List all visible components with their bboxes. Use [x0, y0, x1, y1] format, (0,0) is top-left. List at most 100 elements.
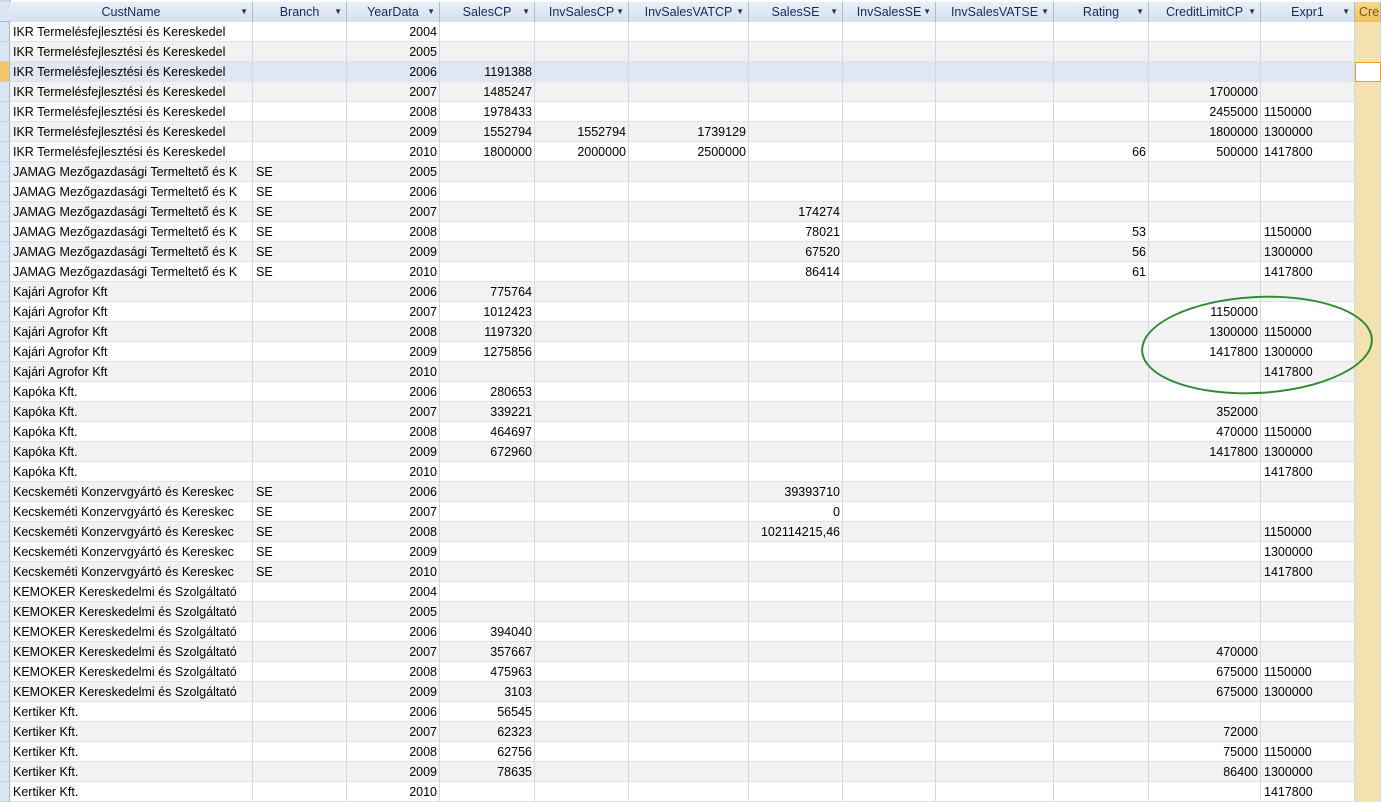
- cell-invsalesvatse[interactable]: [936, 682, 1054, 702]
- column-header-salesse[interactable]: SalesSE ▼: [749, 2, 843, 22]
- cell-invsalesvatse[interactable]: [936, 42, 1054, 62]
- record-selector[interactable]: [0, 82, 10, 102]
- cell-invsalesvatcp[interactable]: [629, 702, 749, 722]
- cell-expr1[interactable]: 1417800: [1261, 562, 1355, 582]
- record-selector[interactable]: [0, 382, 10, 402]
- cell-creditlimitcp[interactable]: 470000: [1149, 642, 1261, 662]
- cell-invsalesvatcp[interactable]: [629, 622, 749, 642]
- cell-expr1[interactable]: 1150000: [1261, 742, 1355, 762]
- cell-rating[interactable]: [1054, 202, 1149, 222]
- column-header-branch[interactable]: Branch ▼: [253, 2, 347, 22]
- cell-creditlimitcp[interactable]: [1149, 542, 1261, 562]
- cell-invsalesvatcp[interactable]: [629, 662, 749, 682]
- cell-invsalesvatcp[interactable]: [629, 182, 749, 202]
- table-row[interactable]: Kertiker Kft. 2006 56545: [0, 702, 1381, 722]
- record-selector[interactable]: [0, 682, 10, 702]
- cell-branch[interactable]: [253, 402, 347, 422]
- cell-rating[interactable]: [1054, 62, 1149, 82]
- cell-invsalesvatse[interactable]: [936, 122, 1054, 142]
- cell-yeardata[interactable]: 2009: [347, 242, 440, 262]
- cell-salescp[interactable]: [440, 782, 535, 802]
- cell-expr1[interactable]: 1300000: [1261, 542, 1355, 562]
- cell-branch[interactable]: [253, 322, 347, 342]
- cell-invsalescp[interactable]: [535, 282, 629, 302]
- cell-creditlimitcp[interactable]: [1149, 522, 1261, 542]
- cell-salescp[interactable]: 56545: [440, 702, 535, 722]
- cell-creditlimitcp[interactable]: [1149, 502, 1261, 522]
- cell-yeardata[interactable]: 2008: [347, 422, 440, 442]
- cell-invsalesvatse[interactable]: [936, 482, 1054, 502]
- cell-creditlimitcp[interactable]: [1149, 202, 1261, 222]
- cell-expr1[interactable]: 1300000: [1261, 682, 1355, 702]
- cell-invsalesvatse[interactable]: [936, 502, 1054, 522]
- cell-invsalesvatcp[interactable]: [629, 442, 749, 462]
- cell-branch[interactable]: SE: [253, 482, 347, 502]
- cell-yeardata[interactable]: 2008: [347, 102, 440, 122]
- cell-expr1[interactable]: [1261, 602, 1355, 622]
- cell-invsalescp[interactable]: [535, 702, 629, 722]
- cell-branch[interactable]: SE: [253, 182, 347, 202]
- cell-invsalesse[interactable]: [843, 222, 936, 242]
- cell-invsalescp[interactable]: [535, 622, 629, 642]
- cell-invsalescp[interactable]: [535, 302, 629, 322]
- cell-cre[interactable]: [1355, 22, 1381, 42]
- cell-creditlimitcp[interactable]: 675000: [1149, 662, 1261, 682]
- cell-invsalesvatcp[interactable]: 1739129: [629, 122, 749, 142]
- cell-custname[interactable]: Kapóka Kft.: [10, 402, 253, 422]
- cell-salescp[interactable]: 1275856: [440, 342, 535, 362]
- cell-invsalesse[interactable]: [843, 582, 936, 602]
- table-row[interactable]: KEMOKER Kereskedelmi és Szolgáltató 2008 4…: [0, 662, 1381, 682]
- record-selector[interactable]: [0, 482, 10, 502]
- cell-branch[interactable]: [253, 142, 347, 162]
- table-row[interactable]: JAMAG Mezőgazdasági Termeltető és K SE 200…: [0, 202, 1381, 222]
- cell-invsalescp[interactable]: [535, 82, 629, 102]
- cell-rating[interactable]: [1054, 102, 1149, 122]
- cell-creditlimitcp[interactable]: [1149, 582, 1261, 602]
- record-selector[interactable]: [0, 442, 10, 462]
- record-selector[interactable]: [0, 622, 10, 642]
- cell-invsalesse[interactable]: [843, 622, 936, 642]
- cell-rating[interactable]: [1054, 122, 1149, 142]
- record-selector[interactable]: [0, 142, 10, 162]
- table-row[interactable]: IKR Termelésfejlesztési és Kereskedel 200…: [0, 122, 1381, 142]
- cell-invsalesvatcp[interactable]: [629, 262, 749, 282]
- cell-expr1[interactable]: [1261, 642, 1355, 662]
- cell-branch[interactable]: [253, 62, 347, 82]
- cell-expr1[interactable]: [1261, 402, 1355, 422]
- cell-expr1[interactable]: [1261, 162, 1355, 182]
- cell-expr1[interactable]: [1261, 202, 1355, 222]
- cell-invsalesse[interactable]: [843, 322, 936, 342]
- cell-invsalesse[interactable]: [843, 522, 936, 542]
- cell-yeardata[interactable]: 2010: [347, 462, 440, 482]
- cell-creditlimitcp[interactable]: 1800000: [1149, 122, 1261, 142]
- cell-invsalesvatcp[interactable]: [629, 302, 749, 322]
- cell-invsalescp[interactable]: [535, 362, 629, 382]
- cell-yeardata[interactable]: 2006: [347, 382, 440, 402]
- cell-invsalesse[interactable]: [843, 282, 936, 302]
- cell-invsalesse[interactable]: [843, 442, 936, 462]
- cell-invsalesvatcp[interactable]: [629, 462, 749, 482]
- cell-custname[interactable]: IKR Termelésfejlesztési és Kereskedel: [10, 42, 253, 62]
- cell-invsalesse[interactable]: [843, 642, 936, 662]
- cell-rating[interactable]: [1054, 162, 1149, 182]
- cell-invsalesse[interactable]: [843, 742, 936, 762]
- cell-rating[interactable]: [1054, 282, 1149, 302]
- cell-invsalescp[interactable]: [535, 742, 629, 762]
- cell-salesse[interactable]: [749, 602, 843, 622]
- cell-yeardata[interactable]: 2009: [347, 542, 440, 562]
- record-selector[interactable]: [0, 162, 10, 182]
- cell-cre[interactable]: [1355, 662, 1381, 682]
- table-row[interactable]: Kapóka Kft. 2007 339221 352000: [0, 402, 1381, 422]
- table-row[interactable]: Kapóka Kft. 2006 280653: [0, 382, 1381, 402]
- cell-creditlimitcp[interactable]: [1149, 702, 1261, 722]
- cell-cre[interactable]: [1355, 222, 1381, 242]
- cell-creditlimitcp[interactable]: [1149, 182, 1261, 202]
- filter-dropdown-icon[interactable]: ▼: [736, 2, 744, 22]
- record-selector[interactable]: [0, 462, 10, 482]
- cell-custname[interactable]: Kapóka Kft.: [10, 422, 253, 442]
- cell-invsalesvatse[interactable]: [936, 362, 1054, 382]
- cell-custname[interactable]: Kajári Agrofor Kft: [10, 282, 253, 302]
- cell-branch[interactable]: SE: [253, 222, 347, 242]
- cell-rating[interactable]: [1054, 762, 1149, 782]
- cell-branch[interactable]: [253, 762, 347, 782]
